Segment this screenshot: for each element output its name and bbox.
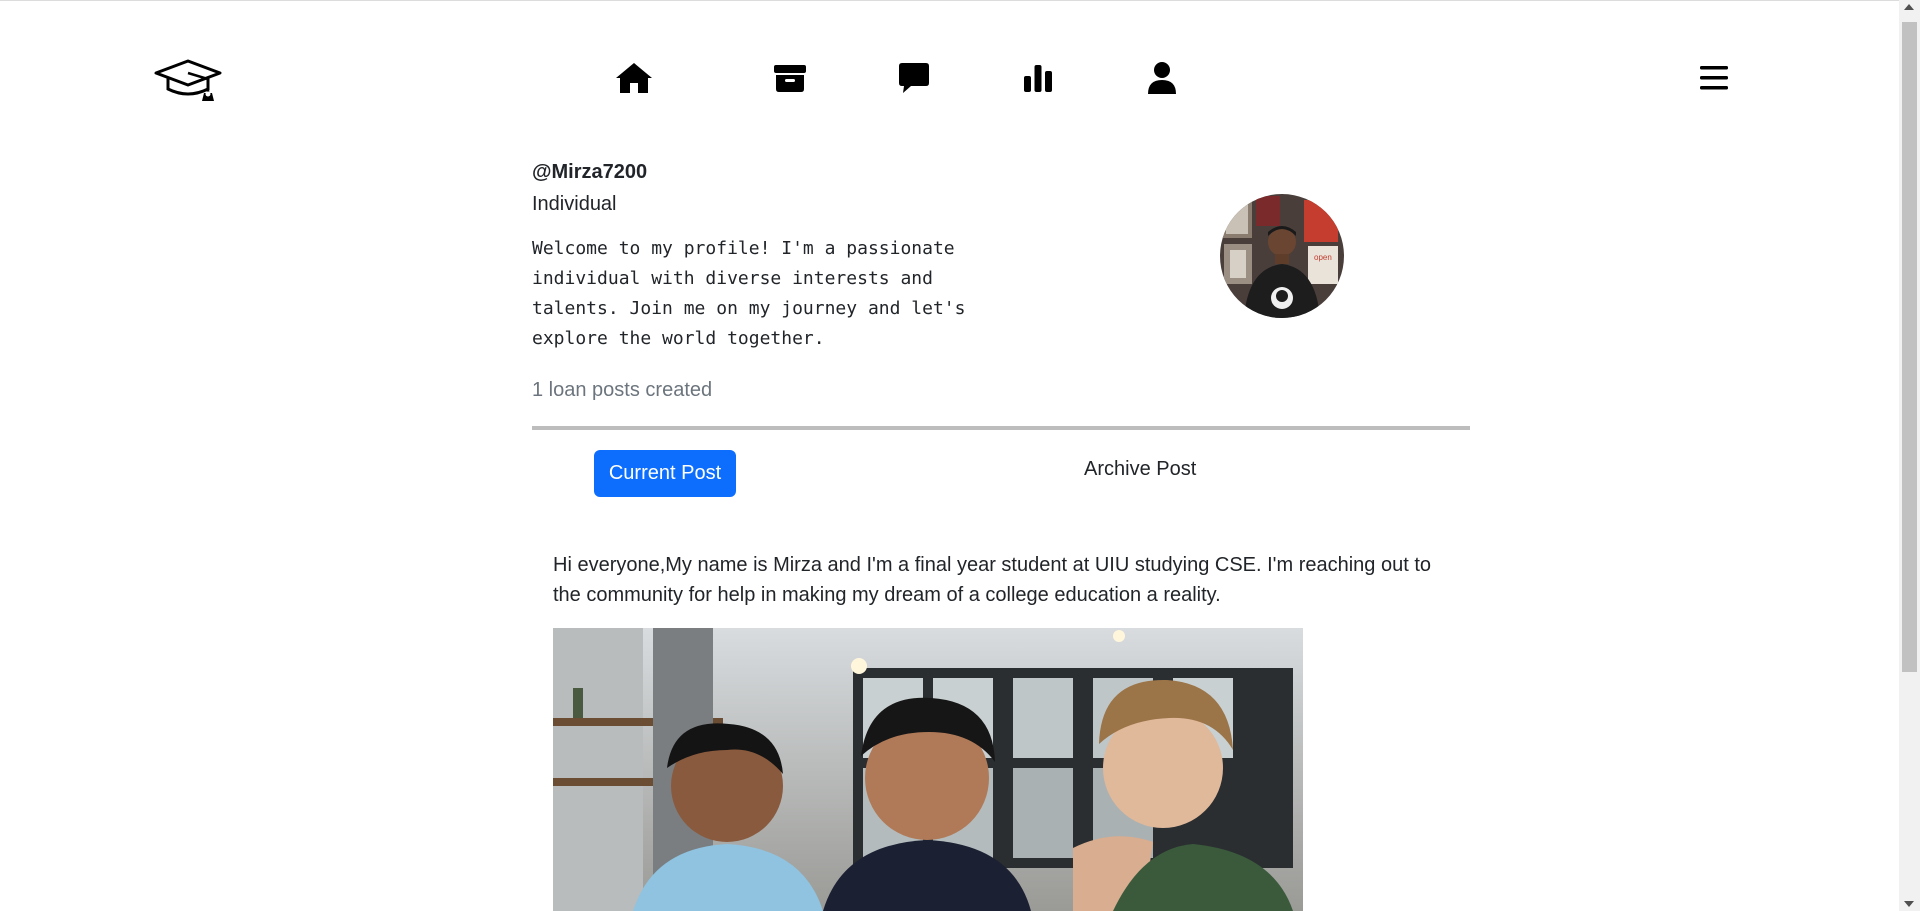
scrollbar[interactable] <box>1899 0 1920 911</box>
avatar: open <box>1220 194 1344 318</box>
graduation-cap-icon[interactable] <box>154 56 222 104</box>
post-image <box>553 628 1303 911</box>
post-tabs: Current Post Archive Post <box>532 450 1470 497</box>
post-text: Hi everyone,My name is Mirza and I'm a f… <box>553 554 1432 606</box>
scroll-down-arrow-icon[interactable] <box>1904 901 1914 907</box>
user-icon[interactable] <box>1100 56 1224 100</box>
message-icon[interactable] <box>852 56 976 100</box>
hamburger-menu-icon[interactable] <box>1696 60 1732 96</box>
scroll-up-arrow-icon[interactable] <box>1904 4 1914 10</box>
tab-archive-post[interactable]: Archive Post <box>1084 458 1196 481</box>
profile-divider <box>532 426 1470 430</box>
user-type: Individual <box>532 193 617 215</box>
navbar <box>0 0 1899 140</box>
username: @Mirza7200 <box>532 161 648 183</box>
archive-icon[interactable] <box>728 56 852 100</box>
tab-current-post[interactable]: Current Post <box>594 450 736 497</box>
post-count: 1 loan posts created <box>532 379 713 401</box>
svg-text:open: open <box>1314 253 1332 262</box>
home-icon[interactable] <box>604 56 664 100</box>
chart-bar-icon[interactable] <box>976 56 1100 100</box>
nav-icon-bar <box>604 56 1224 100</box>
profile-bio: Welcome to my profile! I'm a passionate … <box>532 238 977 349</box>
scrollbar-thumb[interactable] <box>1902 22 1917 672</box>
